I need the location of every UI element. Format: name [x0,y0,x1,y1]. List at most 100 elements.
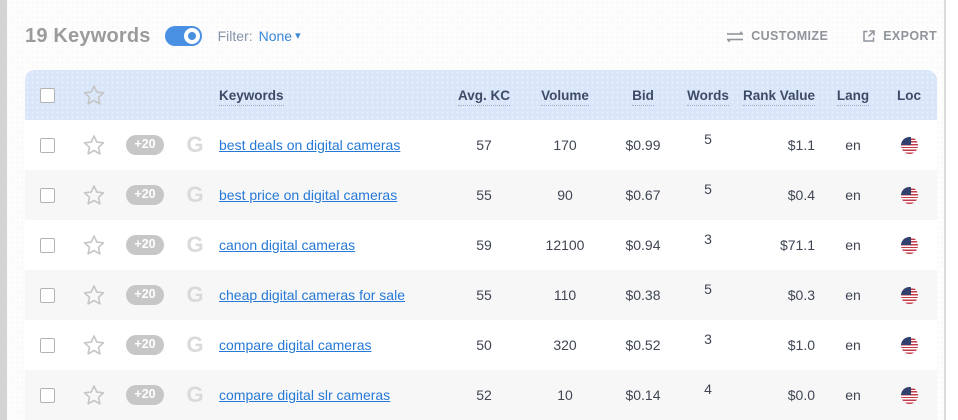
keyword-link[interactable]: best price on digital cameras [219,187,397,203]
toggle-knob [184,28,200,44]
row-checkbox[interactable] [40,338,55,353]
row-checkbox[interactable] [40,188,55,203]
lang-cell: en [825,137,881,153]
page-title: 19 Keywords [25,25,151,48]
rank-change-badge: +20 [126,185,163,205]
keyword-link[interactable]: compare digital cameras [219,337,372,353]
google-icon[interactable]: G [186,234,203,256]
bid-cell: $0.67 [607,187,679,203]
header-bid[interactable]: Bid [607,88,679,103]
table-row: +20 G compare digital slr cameras 52 10 … [25,370,937,420]
select-all-checkbox[interactable] [40,88,55,103]
google-cell: G [171,134,219,156]
rank-change-cell: +20 [119,185,171,205]
export-label: EXPORT [883,29,937,43]
rank-change-badge: +20 [126,135,163,155]
loc-cell [881,137,937,154]
volume-cell: 110 [523,287,607,303]
star-icon[interactable] [82,383,106,407]
google-icon[interactable]: G [186,284,203,306]
rank-change-cell: +20 [119,235,171,255]
rank-change-badge: +20 [126,385,163,405]
bid-cell: $0.38 [607,287,679,303]
words-cell: 4 [679,387,737,403]
customize-label: CUSTOMIZE [751,29,828,43]
header-keywords[interactable]: Keywords [219,88,445,103]
loc-cell [881,387,937,404]
words-cell: 5 [679,287,737,303]
star-icon[interactable] [82,333,106,357]
header-avg-kc[interactable]: Avg. KC [445,88,523,103]
rank-value-cell: $0.4 [737,187,825,203]
loc-cell [881,187,937,204]
rank-value-cell: $0.3 [737,287,825,303]
header-words[interactable]: Words [679,88,737,103]
header-star-cell [69,83,119,107]
header-volume[interactable]: Volume [523,88,607,103]
keyword-link[interactable]: cheap digital cameras for sale [219,287,405,303]
star-icon[interactable] [82,133,106,157]
table-body: +20 G best deals on digital cameras 57 1… [25,120,937,420]
bid-cell: $0.94 [607,237,679,253]
keywords-toggle[interactable] [165,26,202,46]
avg-kc-cell: 57 [445,137,523,153]
row-checkbox-cell [25,388,69,403]
row-checkbox[interactable] [40,138,55,153]
avg-kc-cell: 55 [445,187,523,203]
google-cell: G [171,234,219,256]
row-star-cell [69,333,119,357]
filter-control: Filter: None ▾ [218,28,301,44]
google-icon[interactable]: G [186,384,203,406]
keyword-link[interactable]: compare digital slr cameras [219,387,390,403]
sliders-icon [726,30,744,43]
volume-cell: 90 [523,187,607,203]
rank-change-badge: +20 [126,235,163,255]
words-cell: 5 [679,137,737,153]
row-star-cell [69,383,119,407]
row-checkbox-cell [25,138,69,153]
volume-cell: 12100 [523,237,607,253]
rank-change-cell: +20 [119,335,171,355]
keyword-cell: compare digital slr cameras [219,387,445,403]
avg-kc-cell: 55 [445,287,523,303]
table-row: +20 G canon digital cameras 59 12100 $0.… [25,220,937,270]
filter-label: Filter: [218,28,253,44]
row-checkbox[interactable] [40,238,55,253]
rank-change-badge: +20 [126,285,163,305]
google-icon[interactable]: G [186,334,203,356]
window-right-gutter [946,0,958,420]
rank-change-cell: +20 [119,285,171,305]
keyword-link[interactable]: canon digital cameras [219,237,355,253]
row-checkbox[interactable] [40,288,55,303]
loc-cell [881,337,937,354]
header-checkbox-cell [25,88,69,103]
topbar: 19 Keywords Filter: None ▾ CUSTOMIZE [25,18,937,54]
star-icon[interactable] [82,233,106,257]
header-rank-value[interactable]: Rank Value [737,88,825,103]
export-button[interactable]: EXPORT [862,29,937,43]
loc-cell [881,287,937,304]
bid-cell: $0.14 [607,387,679,403]
rank-change-cell: +20 [119,385,171,405]
keyword-link[interactable]: best deals on digital cameras [219,137,400,153]
lang-cell: en [825,337,881,353]
star-icon[interactable] [82,183,106,207]
rank-value-cell: $1.0 [737,337,825,353]
star-icon[interactable] [82,283,106,307]
row-star-cell [69,233,119,257]
keyword-cell: best deals on digital cameras [219,137,445,153]
lang-cell: en [825,237,881,253]
keyword-cell: best price on digital cameras [219,187,445,203]
lang-cell: en [825,387,881,403]
row-checkbox-cell [25,288,69,303]
filter-dropdown[interactable]: None ▾ [259,28,301,44]
row-checkbox[interactable] [40,388,55,403]
google-icon[interactable]: G [186,134,203,156]
google-icon[interactable]: G [186,184,203,206]
star-icon[interactable] [82,83,106,107]
header-lang[interactable]: Lang [825,88,881,103]
table-header-row: Keywords Avg. KC Volume Bid Words Rank V… [25,70,937,120]
customize-button[interactable]: CUSTOMIZE [726,29,828,43]
us-flag-icon [901,337,918,354]
avg-kc-cell: 50 [445,337,523,353]
